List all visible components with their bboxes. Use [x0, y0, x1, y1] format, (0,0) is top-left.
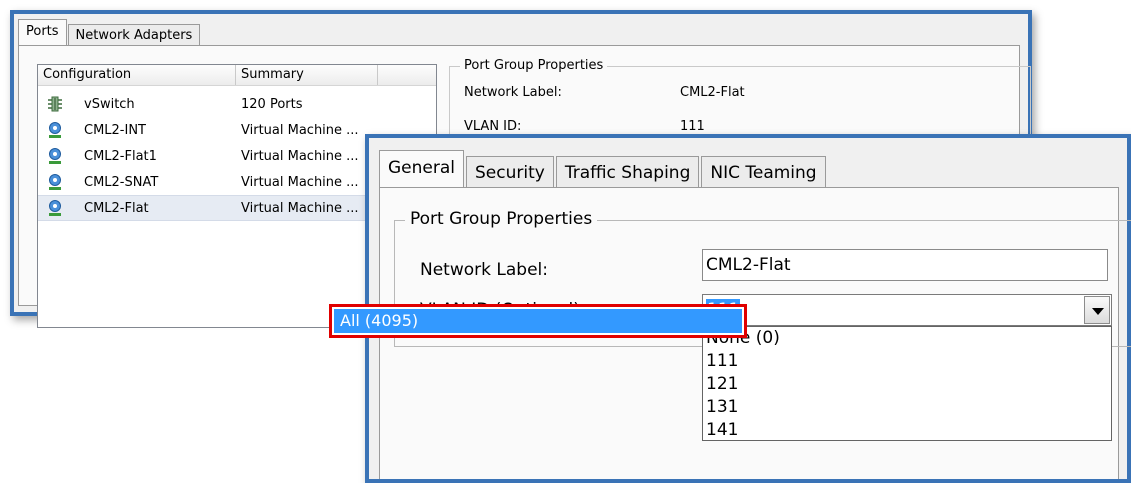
- dialog-tab-strip: General Security Traffic Shaping NIC Tea…: [379, 150, 828, 188]
- group-legend: Port Group Properties: [405, 209, 598, 229]
- port-group-icon: [46, 173, 64, 191]
- column-configuration[interactable]: Configuration: [38, 65, 236, 85]
- tab-ports[interactable]: Ports: [18, 19, 67, 46]
- dropdown-option[interactable]: None (0): [703, 327, 1111, 350]
- tab-security[interactable]: Security: [466, 156, 554, 188]
- column-empty[interactable]: [378, 65, 436, 85]
- network-label-input[interactable]: CML2-Flat: [702, 249, 1108, 281]
- vlan-id-combobox[interactable]: 111: [702, 294, 1112, 326]
- column-summary[interactable]: Summary: [236, 65, 378, 85]
- chevron-down-icon: [1092, 308, 1104, 315]
- dropdown-option[interactable]: 121: [703, 373, 1111, 396]
- list-item-name: CML2-Flat: [84, 200, 149, 216]
- network-label-label: Network Label:: [464, 85, 562, 100]
- network-label-value: CML2-Flat: [680, 85, 745, 100]
- group-legend: Port Group Properties: [460, 58, 608, 73]
- dropdown-option[interactable]: 111: [703, 350, 1111, 373]
- tab-traffic-shaping[interactable]: Traffic Shaping: [555, 156, 700, 188]
- dropdown-option[interactable]: 131: [703, 396, 1111, 419]
- ports-list-header: Configuration Summary: [38, 65, 436, 86]
- vswitch-icon: [46, 95, 64, 113]
- port-group-icon: [46, 121, 64, 139]
- vlan-id-label: VLAN ID:: [464, 119, 522, 134]
- list-item-name: CML2-Flat1: [84, 148, 157, 164]
- list-item-name: vSwitch: [84, 96, 135, 112]
- vlan-id-dropdown-list[interactable]: None (0) 111 121 131 141: [702, 326, 1112, 441]
- dropdown-option[interactable]: 141: [703, 419, 1111, 440]
- dropdown-button[interactable]: [1084, 296, 1110, 324]
- dropdown-option-all[interactable]: All (4095): [334, 309, 742, 333]
- highlight-box: All (4095): [329, 304, 747, 338]
- list-item-name: CML2-SNAT: [84, 174, 159, 190]
- tab-network-adapters[interactable]: Network Adapters: [67, 24, 201, 46]
- list-item[interactable]: vSwitch 120 Ports: [38, 91, 436, 117]
- network-label-label: Network Label:: [420, 260, 548, 280]
- back-tab-strip: Ports Network Adapters: [18, 19, 201, 46]
- list-item-summary: 120 Ports: [241, 96, 303, 112]
- vlan-id-value: 111: [680, 119, 705, 134]
- port-group-icon: [46, 199, 64, 217]
- tab-nic-teaming[interactable]: NIC Teaming: [701, 156, 826, 188]
- port-group-icon: [46, 147, 64, 165]
- list-item-name: CML2-INT: [84, 122, 146, 138]
- tab-general[interactable]: General: [379, 150, 464, 188]
